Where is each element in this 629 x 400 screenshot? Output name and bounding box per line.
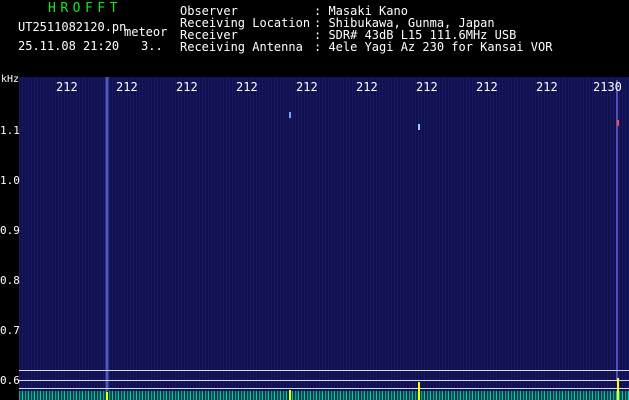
time-tick: 212 bbox=[356, 80, 378, 94]
spectrum-trace bbox=[19, 391, 629, 400]
filename-label: UT2511082120.pn bbox=[18, 20, 127, 34]
time-tick: 212 bbox=[296, 80, 318, 94]
spectrum-spike bbox=[617, 378, 619, 400]
freq-tick: 0.8 bbox=[0, 274, 20, 287]
time-tick: 2130 bbox=[593, 80, 622, 94]
frequency-marker-line bbox=[19, 388, 629, 389]
freq-tick: 0.7 bbox=[0, 324, 20, 337]
time-tick: 212 bbox=[176, 80, 198, 94]
antenna-value: : 4ele Yagi Az 230 for Kansai VOR bbox=[314, 40, 553, 54]
time-tick: 212 bbox=[476, 80, 498, 94]
frequency-marker-line bbox=[19, 370, 629, 371]
meteor-echo bbox=[617, 120, 619, 126]
freq-tick: 1.0 bbox=[0, 174, 20, 187]
time-tick: 212 bbox=[536, 80, 558, 94]
datecode-label: 3.. bbox=[141, 39, 163, 53]
unit-label: kHz bbox=[1, 74, 20, 85]
time-tick: 212 bbox=[416, 80, 438, 94]
app-title: HROFFT bbox=[48, 1, 122, 16]
time-tick: 212 bbox=[56, 80, 78, 94]
spectrogram bbox=[19, 77, 629, 400]
spectrum-spike bbox=[106, 392, 108, 400]
time-tick: 212 bbox=[116, 80, 138, 94]
software-label: meteor bbox=[124, 25, 168, 39]
time-tick: 212 bbox=[236, 80, 258, 94]
freq-tick: 1.1 bbox=[0, 124, 20, 137]
freq-tick: 0.9 bbox=[0, 224, 20, 237]
meteor-echo bbox=[418, 124, 420, 130]
freq-tick: 0.6 bbox=[0, 374, 20, 387]
meteor-echo bbox=[289, 112, 291, 118]
spectrum-spike bbox=[289, 390, 291, 400]
antenna-label: Receiving Antenna bbox=[180, 40, 303, 54]
datetime-label: 25.11.08 21:20 bbox=[18, 39, 120, 53]
spectrum-spike bbox=[418, 382, 420, 400]
carrier-streak bbox=[105, 77, 109, 400]
frequency-marker-line bbox=[19, 380, 629, 381]
